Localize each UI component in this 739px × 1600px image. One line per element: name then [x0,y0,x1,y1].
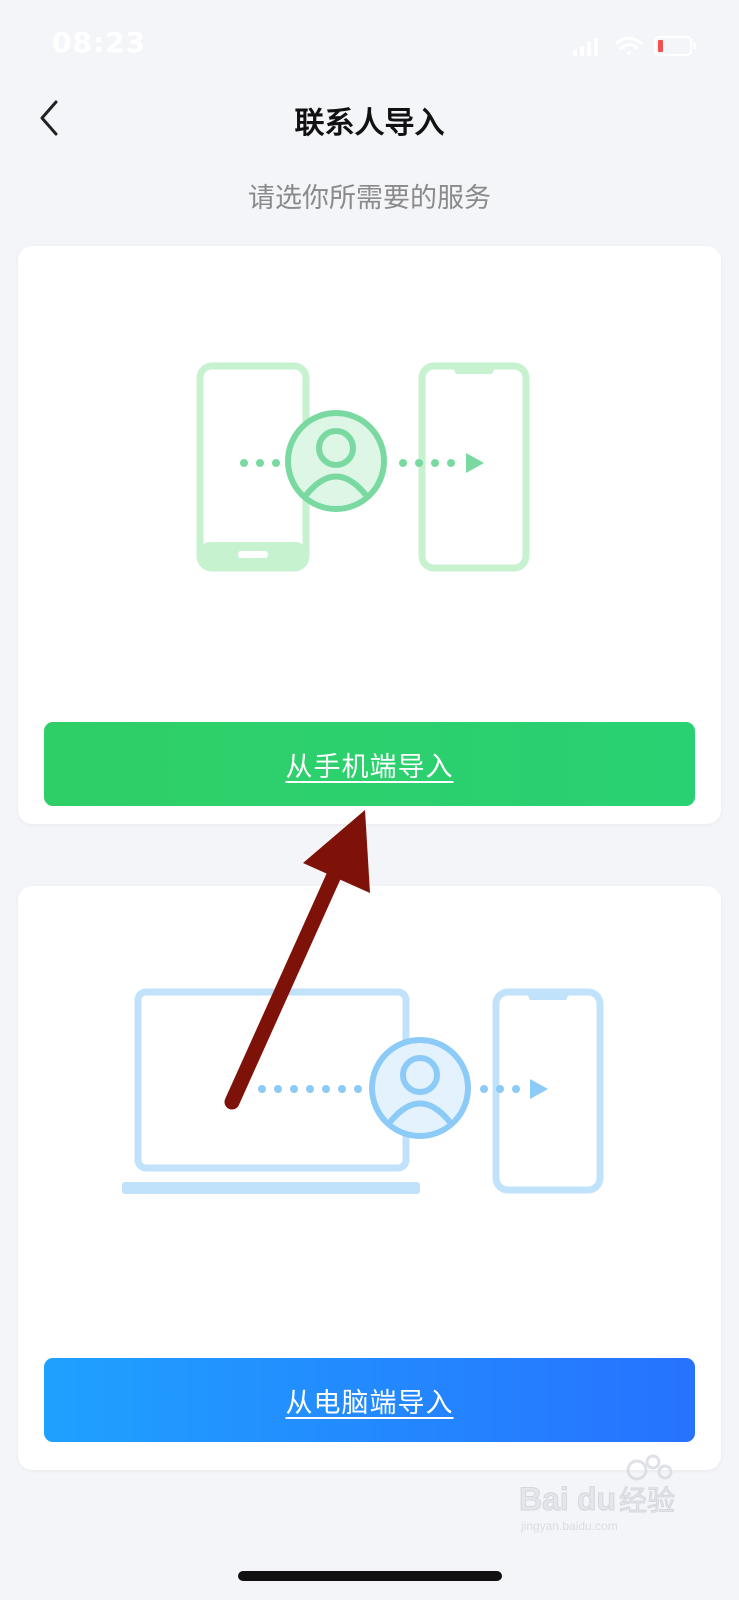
arrow-right-icon [466,453,484,473]
contact-icon [285,410,387,512]
baidu-watermark: Bai du 经验 jingyan.baidu.com [519,1454,676,1533]
phone-import-card: 从手机端导入 [18,246,721,824]
import-from-computer-button[interactable]: 从电脑端导入 [44,1358,695,1442]
import-from-phone-label: 从手机端导入 [285,751,454,783]
svg-text:经验: 经验 [619,1484,675,1517]
signal-icon [573,38,598,56]
home-indicator[interactable] [238,1571,502,1581]
svg-text:du: du [577,1481,616,1517]
status-time: 08:23 [52,26,147,59]
page-title: 联系人导入 [294,106,445,141]
battery-icon [654,36,696,56]
contact-icon [369,1037,471,1139]
arrow-right-icon [530,1079,548,1099]
computer-import-card: 从电脑端导入 [18,886,721,1470]
svg-text:jingyan.baidu.com: jingyan.baidu.com [520,1519,618,1533]
phone-to-phone-illustration [196,362,530,572]
svg-text:Bai: Bai [519,1481,569,1517]
target-phone-icon [492,988,604,1194]
subtitle: 请选你所需要的服务 [248,183,491,214]
computer-to-phone-illustration [122,988,604,1194]
navigation-bar: 联系人导入 [0,88,739,150]
wifi-icon [615,36,643,55]
import-from-computer-label: 从电脑端导入 [285,1387,454,1419]
import-from-phone-button[interactable]: 从手机端导入 [44,722,695,806]
status-bar: 08:23 [0,0,739,90]
status-icons [573,36,696,56]
